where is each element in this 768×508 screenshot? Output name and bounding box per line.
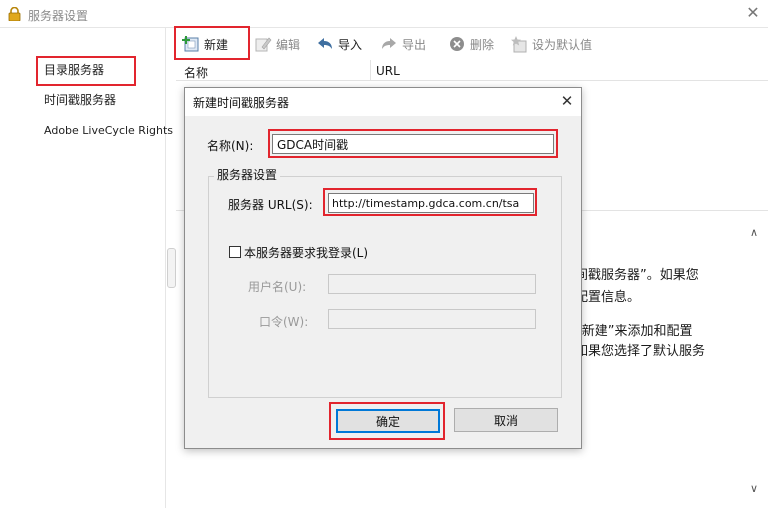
highlight-box-ok-button	[329, 402, 445, 440]
column-separator	[370, 60, 371, 80]
edit-button-label: 编辑	[276, 37, 301, 52]
import-arrow-icon	[318, 38, 332, 49]
highlight-box-new-button	[174, 26, 250, 60]
sidebar-item-adobe-livecycle-rights[interactable]: Adobe LiveCycle Rights	[44, 124, 173, 137]
import-button-label: 导入	[338, 37, 363, 52]
set-default-button-label: 设为默认值	[532, 37, 593, 52]
pane-splitter-handle[interactable]	[167, 248, 176, 288]
highlight-box-sidebar	[36, 56, 136, 86]
delete-button-label: 删除	[470, 37, 495, 52]
sidebar-item-timestamp-servers[interactable]: 时间戳服务器	[44, 91, 116, 108]
window-titlebar	[0, 0, 768, 28]
description-line: “新建”来添加和配置	[575, 324, 693, 339]
set-default-button: 设为默认值	[510, 33, 592, 55]
export-arrow-icon	[382, 38, 396, 49]
scroll-up-icon[interactable]: ∧	[750, 226, 758, 239]
require-login-label[interactable]: 本服务器要求我登录(L)	[244, 244, 368, 261]
list-header-divider	[176, 80, 768, 81]
name-label: 名称(N):	[207, 139, 254, 153]
edit-pencil-icon	[255, 37, 272, 52]
export-button-label: 导出	[402, 37, 427, 52]
window-title: 服务器设置	[28, 9, 89, 23]
delete-x-icon	[450, 37, 464, 51]
password-label: 口令(W):	[259, 315, 309, 329]
export-button: 导出	[380, 33, 426, 55]
require-login-checkbox[interactable]	[229, 246, 241, 258]
dialog-title: 新建时间戳服务器	[193, 96, 290, 110]
cancel-button[interactable]: 取消	[454, 408, 558, 432]
edit-button: 编辑	[254, 33, 300, 55]
window-close-icon[interactable]: ✕	[744, 4, 762, 22]
import-button[interactable]: 导入	[316, 33, 362, 55]
lock-icon	[8, 7, 21, 21]
highlight-box-url-input	[323, 188, 537, 216]
description-line: 配置信息。	[575, 290, 641, 305]
server-settings-group-label: 服务器设置	[214, 166, 281, 183]
password-input	[328, 309, 536, 329]
set-default-star-icon	[511, 36, 527, 53]
delete-button: 删除	[448, 33, 494, 55]
highlight-box-name-input	[268, 129, 558, 158]
scroll-down-icon[interactable]: ∨	[750, 482, 758, 495]
description-line: 如果您选择了默认服务	[575, 344, 706, 359]
server-url-label: 服务器 URL(S):	[228, 198, 313, 212]
dialog-close-icon[interactable]: ✕	[558, 92, 576, 110]
username-input	[328, 274, 536, 294]
column-header-url[interactable]: URL	[376, 64, 400, 78]
description-line: 间戳服务器”。如果您	[575, 268, 699, 283]
column-header-name[interactable]: 名称	[184, 64, 208, 81]
username-label: 用户名(U):	[248, 280, 307, 294]
sidebar: 目录服务器 时间戳服务器 Adobe LiveCycle Rights	[0, 28, 173, 508]
